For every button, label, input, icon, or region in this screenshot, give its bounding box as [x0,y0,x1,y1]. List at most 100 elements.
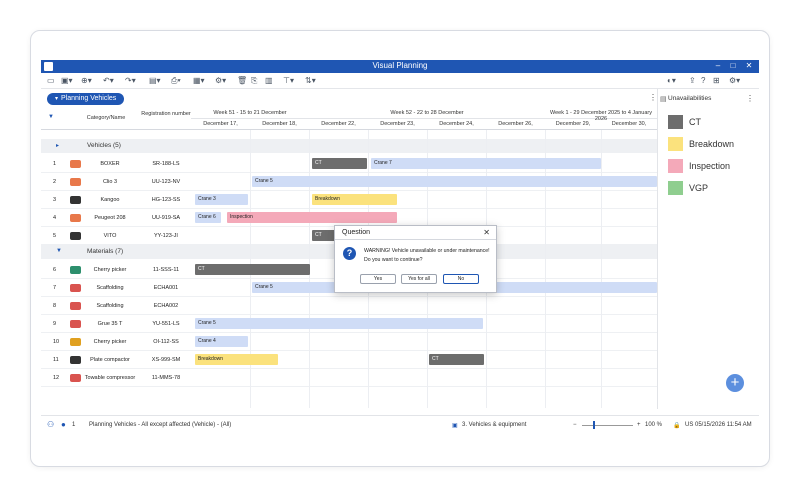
date-time: US 05/15/2026 11:54 AM [685,422,752,428]
resource-name: Peugeot 208 [94,215,126,221]
folder-icon[interactable]: ▭ [47,76,55,86]
resource-name: Scaffolding [96,303,124,309]
maximize-icon[interactable]: □ [726,61,740,70]
legend-swatch [668,159,683,173]
day-gridline [601,130,602,408]
dialog-warning: WARNING! Vehicle unavailable or under ma… [364,248,490,254]
booking-bar[interactable]: Breakdown [195,354,278,365]
add-button[interactable]: + [726,374,744,392]
people-icon[interactable]: ⚇ [47,420,54,429]
lock-status-icon: 🔒 [673,423,681,429]
registration-number: XS-999-SM [151,357,181,363]
view-status[interactable]: 3. Vehicles & equipment [462,422,526,428]
category-header[interactable]: Category/Name [71,115,141,121]
help-icon[interactable]: ? [701,76,705,86]
toolbar: ▭ ▣▾ ⊕▾ ↶▾ ↷▾ ▤▾ ⎙▾ ▦▾ ⚙▾ 🗑 ⎘ ▥ ⊤▾ ⇅▾ ◐▾… [41,73,759,89]
registration-number: YU-551-LS [152,321,180,327]
more-options-icon[interactable]: ⋮ [649,93,657,102]
day-label: December 23, [380,121,415,127]
booking-bar[interactable]: CT [195,264,310,275]
zoom-out-icon[interactable]: − [573,422,577,428]
filter-icon[interactable]: ⊤▾ [283,76,294,86]
resource-row[interactable]: 10 Cherry picker OI-112-SS [41,333,191,351]
close-icon[interactable]: ✕ [483,228,490,237]
dialog-divider [335,239,496,240]
copy-icon[interactable]: ⎘ [251,76,257,86]
group-label: Materials (7) [87,248,124,255]
export-icon[interactable]: ▦▾ [193,76,205,86]
new-icon[interactable]: ▣▾ [61,76,73,86]
redo-icon[interactable]: ↷▾ [125,76,136,86]
booking-bar[interactable]: CT [429,354,484,365]
zoom-slider[interactable] [582,425,633,426]
collapse-all-icon[interactable]: ▼ [48,114,54,120]
layout-icon[interactable]: ▥ [265,76,273,86]
save-icon[interactable]: ▤▾ [149,76,161,86]
delete-icon[interactable]: 🗑 [237,76,247,86]
booking-bar[interactable]: Crane 6 [195,212,221,223]
booking-bar[interactable]: Breakdown [312,194,397,205]
registration-header[interactable]: Registration number [141,111,191,118]
zoom-slider-handle[interactable] [593,421,595,429]
resource-row[interactable]: 8 Scaffolding ECHA002 [41,297,191,315]
panel-menu-icon[interactable]: ⋮ [746,94,754,103]
share-icon[interactable]: ⇪ [689,76,696,86]
legend-label: Inspection [689,161,731,171]
row-number: 11 [53,357,59,363]
collapse-icon[interactable]: ▼ [56,248,62,254]
booking-bar[interactable]: Crane 5 [252,176,657,187]
view-icon: ▣ [452,423,458,429]
resource-row[interactable]: 7 Scaffolding ECHA001 [41,279,191,297]
booking-bar[interactable]: Crane 5 [195,318,483,329]
resource-row[interactable]: 9 Grue 35 T YU-551-LS [41,315,191,333]
question-icon: ? [343,247,356,260]
yes-button[interactable]: Yes [360,274,396,284]
day-label: December 24, [439,121,474,127]
row-number: 8 [53,303,57,309]
zoom-in-icon[interactable]: + [637,422,641,428]
legend-label: Breakdown [689,139,735,149]
resource-row[interactable]: 11 Plate compactor XS-999-SM [41,351,191,369]
undo-icon[interactable]: ↶▾ [103,76,114,86]
resource-row[interactable]: 12 Towable compressor 11-MMS-78 [41,369,191,387]
sort-icon[interactable]: ⇅▾ [305,76,316,86]
settings-icon[interactable]: ⚙▾ [215,76,226,86]
booking-bar[interactable]: Crane 4 [195,336,248,347]
question-dialog: Question ✕ ? WARNING! Vehicle unavailabl… [334,225,497,293]
row-number: 5 [53,233,57,239]
filter-status[interactable]: Planning Vehicles - All except affected … [89,422,231,428]
resource-row[interactable]: 4 Peugeot 208 UU-919-SA [41,209,191,227]
row-separator [41,332,657,333]
expand-icon[interactable]: ▸ [56,142,59,149]
booking-bar[interactable]: Crane 3 [195,194,248,205]
resource-row[interactable]: 5 VITO YY-123-JI [41,227,191,245]
view-tab[interactable]: ▾ Planning Vehicles [47,93,125,105]
resource-row[interactable]: 6 Cherry picker 11-SSS-11 [41,261,191,279]
booking-bar[interactable]: Inspection [227,212,397,223]
yes-for-all-button[interactable]: Yes for all [401,274,437,284]
lock-icon[interactable]: ⊞ [713,76,720,86]
close-icon[interactable]: ✕ [742,61,756,70]
row-separator [41,386,657,387]
language-flag-icon[interactable]: ◐▾ [667,76,676,86]
resource-name: Grue 35 T [97,321,123,327]
print-icon[interactable]: ⎙▾ [171,76,181,86]
day-label: December 29, [555,121,591,127]
resource-row[interactable]: 1 BOXER SR-188-LS [41,155,191,173]
booking-bar[interactable]: Crane 7 [371,158,601,169]
resource-row[interactable]: 2 Clio 3 UU-123-NV [41,173,191,191]
no-button[interactable]: No [443,274,479,284]
app-window: Visual Planning – □ ✕ ▭ ▣▾ ⊕▾ ↶▾ ↷▾ ▤▾ ⎙… [41,60,759,435]
row-number: 3 [53,197,57,203]
legend-swatch [668,115,683,129]
add-icon[interactable]: ⊕▾ [81,76,92,86]
gear-icon[interactable]: ⚙▾ [729,76,740,86]
day-label: December 26, [498,121,533,127]
booking-bar[interactable]: CT [312,158,367,169]
unavailabilities-title: Unavailabilities [668,95,712,102]
minimize-icon[interactable]: – [711,61,725,70]
chevron-down-icon: ▾ [55,96,59,102]
resource-row[interactable]: 3 Kangoo HG-123-SS [41,191,191,209]
user-icon[interactable]: ● [61,420,66,429]
row-number: 9 [53,321,57,327]
